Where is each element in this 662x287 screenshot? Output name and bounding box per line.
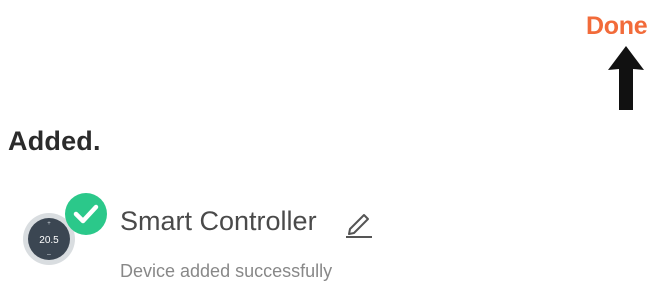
device-name: Smart Controller [120, 206, 317, 236]
arrow-up-icon [608, 46, 644, 110]
svg-text:+: + [47, 221, 51, 227]
done-button[interactable]: Done [586, 12, 648, 41]
check-circle-icon [65, 193, 107, 235]
device-status: Device added successfully [120, 261, 333, 281]
svg-text:–: – [47, 251, 51, 258]
pencil-icon[interactable] [344, 207, 374, 239]
thermostat-display: 20.5 [39, 235, 59, 246]
page-title: Added. [8, 126, 101, 156]
